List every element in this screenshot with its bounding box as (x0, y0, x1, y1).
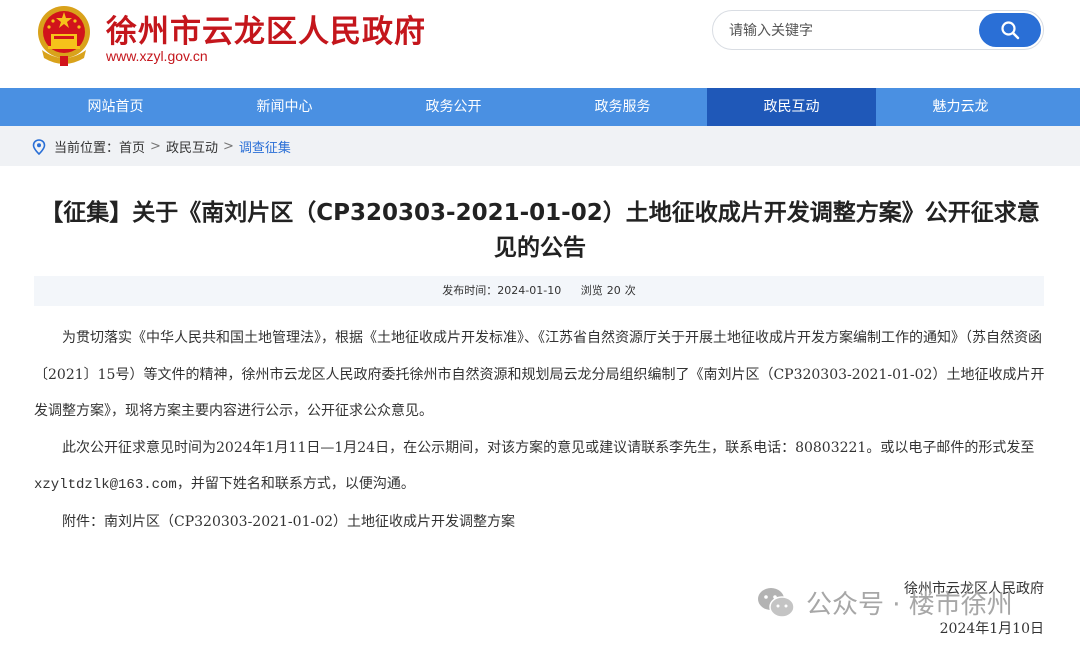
breadcrumb: 当前位置： 首页 > 政民互动 > 调查征集 (32, 137, 291, 156)
paragraph-text: ，并留下姓名和联系方式，以便沟通。 (176, 476, 415, 492)
location-pin-icon (32, 138, 46, 155)
nav-item-services[interactable]: 政务服务 (538, 88, 707, 126)
search-icon (1001, 21, 1020, 40)
main-nav: 网站首页 新闻中心 政务公开 政务服务 政民互动 魅力云龙 (0, 88, 1080, 126)
breadcrumb-survey[interactable]: 调查征集 (239, 137, 291, 156)
breadcrumb-home[interactable]: 首页 (119, 137, 145, 156)
article-paragraph: 为贯切落实《中华人民共和国土地管理法》，根据《土地征收成片开发标准》、《江苏省自… (34, 330, 1045, 419)
site-header: 徐州市云龙区人民政府 www.xzyl.gov.cn (0, 0, 1080, 88)
signature-date: 2024年1月10日 (939, 621, 1044, 637)
watermark: 公众号 · 楼市徐州 (756, 584, 1013, 621)
view-count: 浏览 20 次 (581, 284, 636, 297)
breadcrumb-separator: > (222, 139, 234, 154)
search-button[interactable] (979, 13, 1041, 47)
article-meta: 发布时间：2024-01-10 浏览 20 次 (34, 276, 1044, 306)
search-input[interactable] (729, 20, 969, 42)
article-body: 为贯切落实《中华人民共和国土地管理法》，根据《土地征收成片开发标准》、《江苏省自… (34, 320, 1046, 540)
breadcrumb-interaction[interactable]: 政民互动 (166, 137, 218, 156)
attachment-line: 附件：南刘片区（CP320303-2021-01-02）土地征收成片开发调整方案 (34, 504, 1046, 541)
breadcrumb-prefix: 当前位置： (54, 141, 120, 156)
publish-date-value: 2024-01-10 (497, 284, 562, 297)
publish-label: 发布时间： (442, 284, 498, 297)
national-emblem-icon (38, 6, 90, 66)
nav-item-home[interactable]: 网站首页 (31, 88, 200, 126)
views-label: 浏览 (580, 284, 603, 297)
site-url[interactable]: www.xzyl.gov.cn (106, 48, 208, 64)
contact-email[interactable]: xzyltdzlk@163.com (34, 477, 177, 493)
paragraph-text: 此次公开征求意见时间为2024年1月11日—1月24日，在公示期间，对该方案的意… (62, 439, 1035, 456)
nav-item-interaction[interactable]: 政民互动 (707, 88, 876, 126)
site-title[interactable]: 徐州市云龙区人民政府 (106, 6, 426, 51)
breadcrumb-separator: > (150, 139, 161, 154)
attachment-link[interactable]: 南刘片区（CP320303-2021-01-02）土地征收成片开发调整方案 (104, 514, 515, 530)
breadcrumb-bar: 当前位置： 首页 > 政民互动 > 调查征集 (0, 126, 1080, 166)
search-box (712, 10, 1044, 50)
views-unit: 次 (624, 284, 636, 297)
article-paragraph: 此次公开征求意见时间为2024年1月11日—1月24日，在公示期间，对该方案的意… (34, 430, 1046, 504)
publish-date: 发布时间：2024-01-10 (442, 284, 561, 297)
attachment-label: 附件： (62, 513, 104, 530)
views-value: 20 (606, 284, 621, 297)
wechat-icon (758, 587, 795, 618)
nav-item-news[interactable]: 新闻中心 (200, 88, 369, 126)
article-title: 【征集】关于《南刘片区（CP320303-2021-01-02）土地征收成片开发… (40, 200, 1040, 261)
nav-item-yunlong[interactable]: 魅力云龙 (876, 88, 1045, 126)
watermark-text: 公众号 · 楼市徐州 (806, 590, 1013, 620)
nav-item-gov-affairs[interactable]: 政务公开 (369, 88, 538, 126)
